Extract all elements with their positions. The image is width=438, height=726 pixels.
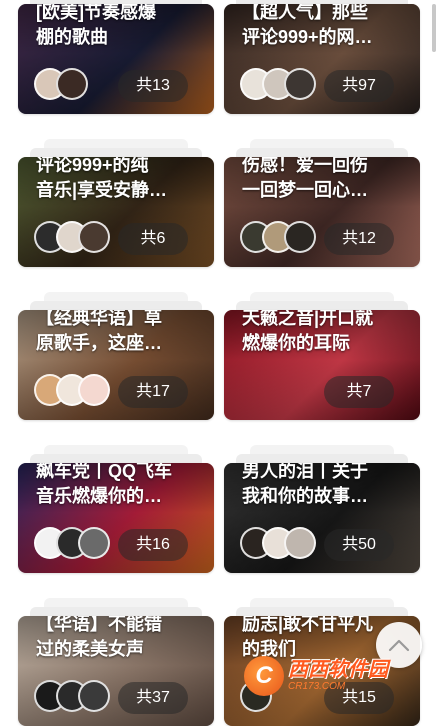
avatar xyxy=(78,221,110,253)
avatar-group xyxy=(240,221,316,257)
song-count-badge: 共13 xyxy=(118,70,188,102)
avatar xyxy=(284,221,316,253)
avatar-group xyxy=(240,68,316,104)
song-count-badge: 共97 xyxy=(324,70,394,102)
song-count-badge: 共37 xyxy=(118,682,188,714)
avatar-group xyxy=(34,221,110,257)
avatar xyxy=(78,374,110,406)
avatar-group xyxy=(240,527,316,563)
playlist-card[interactable]: 男人的泪丨关于 我和你的故事… 共50 xyxy=(224,463,420,573)
watermark: C 西西软件园 CR173.COM xyxy=(244,656,388,696)
playlist-card[interactable]: 天籁之音|开口就 燃爆你的耳际共7 xyxy=(224,310,420,420)
playlist-title: 伤感！爱一回伤 一回梦一回心… xyxy=(242,157,368,200)
playlist-title: 【华语】不能错 过的柔美女声 xyxy=(36,616,162,659)
playlist-card[interactable]: [欧美]节奏感爆 棚的歌曲共13 xyxy=(18,4,214,114)
playlist-card[interactable]: 飙车党丨QQ飞车 音乐燃爆你的… 共16 xyxy=(18,463,214,573)
song-count-badge: 共16 xyxy=(118,529,188,561)
playlist-title: 飙车党丨QQ飞车 音乐燃爆你的… xyxy=(36,463,173,506)
avatar xyxy=(78,527,110,559)
song-count-badge: 共50 xyxy=(324,529,394,561)
playlist-card[interactable]: 评论999+的纯 音乐|享受安静… 共6 xyxy=(18,157,214,267)
playlist-card[interactable]: 【华语】不能错 过的柔美女声共37 xyxy=(18,616,214,726)
playlist-card[interactable]: 【经典华语】草 原歌手，这座… 共17 xyxy=(18,310,214,420)
watermark-logo: C xyxy=(244,656,284,696)
song-count-badge: 共17 xyxy=(118,376,188,408)
playlist-title: 【经典华语】草 原歌手，这座… xyxy=(36,310,162,353)
scrollbar[interactable] xyxy=(432,4,436,52)
playlist-card[interactable]: 伤感！爱一回伤 一回梦一回心… 共12 xyxy=(224,157,420,267)
playlist-title: 评论999+的纯 音乐|享受安静… xyxy=(36,157,168,200)
avatar xyxy=(78,680,110,712)
playlist-title: [欧美]节奏感爆 棚的歌曲 xyxy=(36,4,156,47)
playlist-card[interactable]: 【超人气】那些 评论999+的网… 共97 xyxy=(224,4,420,114)
avatar xyxy=(56,68,88,100)
avatar-group xyxy=(34,680,110,716)
playlist-grid: [欧美]节奏感爆 棚的歌曲共13 【超人气】那些 评论999+的网… 共97 评论99… xyxy=(0,0,438,726)
song-count-badge: 共12 xyxy=(324,223,394,255)
chevron-up-icon xyxy=(388,639,410,652)
song-count-badge: 共6 xyxy=(118,223,188,255)
playlist-title: 【超人气】那些 评论999+的网… xyxy=(242,4,373,47)
playlist-title: 男人的泪丨关于 我和你的故事… xyxy=(242,463,368,506)
playlist-title: 天籁之音|开口就 燃爆你的耳际 xyxy=(242,310,374,353)
avatar-group xyxy=(34,527,110,563)
watermark-subtext: CR173.COM xyxy=(288,681,346,692)
song-count-badge: 共7 xyxy=(324,376,394,408)
avatar xyxy=(284,527,316,559)
avatar xyxy=(284,68,316,100)
avatar-group xyxy=(34,68,88,104)
watermark-text: 西西软件园 xyxy=(288,659,388,681)
avatar-group xyxy=(34,374,110,410)
